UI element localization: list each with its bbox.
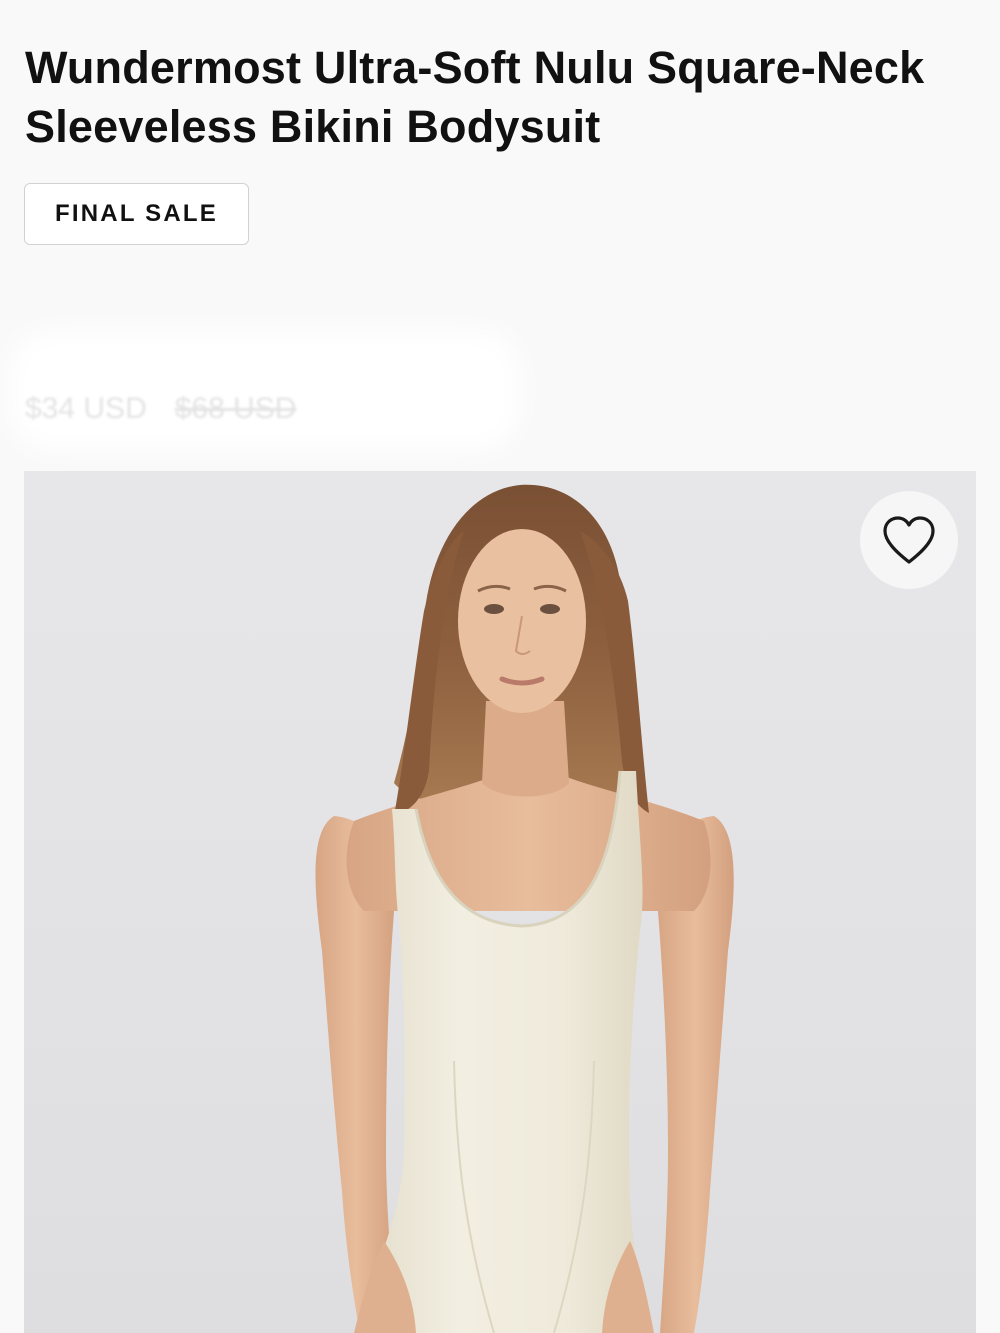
product-image-gallery[interactable] [24, 471, 976, 1333]
price-row: $34 USD $68 USD [25, 392, 296, 426]
sale-price: $34 USD [25, 392, 147, 425]
final-sale-badge: FINAL SALE [24, 183, 249, 245]
wishlist-button[interactable] [860, 491, 958, 589]
price-blur-overlay [10, 330, 520, 450]
heart-outline-icon [883, 516, 935, 564]
product-title: Wundermost Ultra-Soft Nulu Square-Neck S… [25, 42, 925, 152]
product-photo [315, 484, 734, 1333]
original-price: $68 USD [174, 392, 297, 425]
price-area: $34 USD $68 USD [0, 320, 530, 460]
